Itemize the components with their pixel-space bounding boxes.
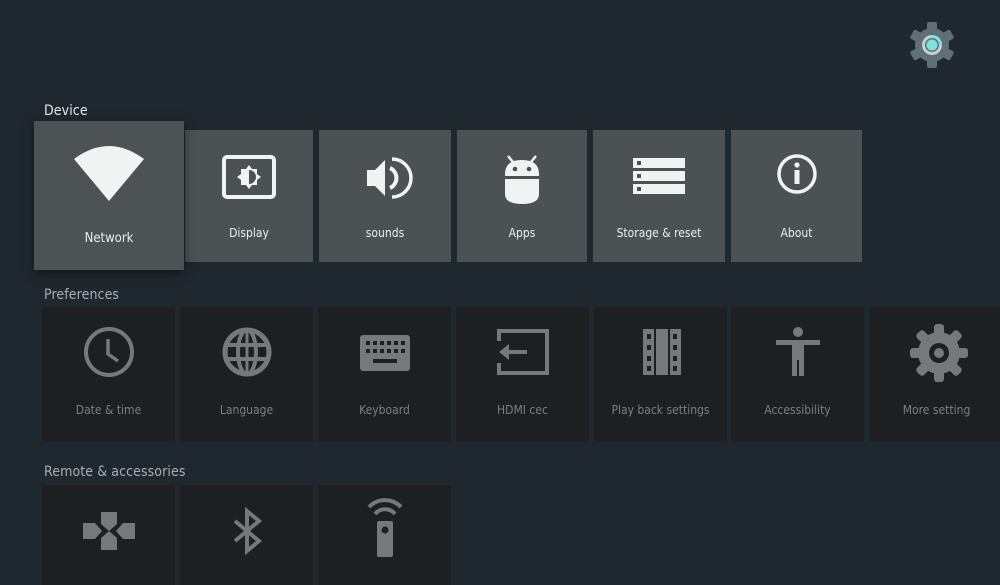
tile-storage-reset[interactable]: Storage & reset	[593, 130, 725, 262]
tile-date-time[interactable]: Date & time	[42, 307, 175, 441]
tile-label: Date & time	[75, 403, 142, 417]
tile-label: Keyboard	[359, 403, 410, 417]
section-title-remote-accessories: Remote & accessories	[44, 464, 186, 480]
tile-label: Network	[84, 231, 134, 246]
tile-sounds[interactable]: sounds	[319, 130, 451, 262]
tile-remote[interactable]	[318, 485, 451, 585]
tile-about[interactable]: About	[731, 130, 862, 262]
film-icon	[633, 323, 689, 379]
display-brightness-icon	[219, 148, 279, 208]
tile-label: Display	[229, 226, 269, 240]
tile-keyboard[interactable]: Keyboard	[318, 307, 451, 441]
clock-icon	[81, 323, 137, 379]
tile-label: Accessibility	[764, 403, 831, 417]
accessibility-icon	[770, 323, 826, 379]
remote-icon	[357, 497, 413, 557]
tile-apps[interactable]: Apps	[457, 130, 587, 262]
tile-label: Play back settings	[611, 403, 710, 417]
keyboard-icon	[357, 323, 413, 379]
gear-icon	[909, 323, 968, 382]
android-icon	[492, 148, 552, 208]
section-title-preferences: Preferences	[44, 287, 120, 303]
tile-label: More setting	[902, 403, 971, 417]
info-icon	[767, 148, 827, 208]
settings-gear-icon[interactable]	[906, 19, 958, 71]
tile-label: Apps	[508, 226, 536, 240]
storage-icon	[629, 148, 689, 208]
gamepad-icon	[81, 497, 137, 557]
tile-label: Language	[219, 403, 274, 417]
tile-label: sounds	[365, 226, 405, 240]
tile-label: HDMI cec	[497, 403, 548, 417]
tile-label: About	[780, 226, 813, 240]
globe-icon	[219, 323, 275, 379]
tile-gamepad[interactable]	[42, 485, 175, 585]
tile-label: Storage & reset	[616, 226, 702, 240]
tile-display[interactable]: Display	[185, 130, 313, 262]
wifi-icon	[71, 141, 147, 209]
speaker-icon	[355, 148, 415, 208]
tile-play-back-settings[interactable]: Play back settings	[594, 307, 727, 441]
tile-hdmi-cec[interactable]: HDMI cec	[456, 307, 589, 441]
input-icon	[495, 323, 551, 379]
tile-language[interactable]: Language	[180, 307, 313, 441]
tile-accessibility[interactable]: Accessibility	[731, 307, 864, 441]
tile-network[interactable]: Network	[34, 121, 184, 270]
bluetooth-icon	[219, 497, 275, 557]
tile-bluetooth[interactable]	[180, 485, 313, 585]
tile-more-setting[interactable]: More setting	[870, 307, 1000, 441]
section-title-device: Device	[44, 103, 88, 119]
